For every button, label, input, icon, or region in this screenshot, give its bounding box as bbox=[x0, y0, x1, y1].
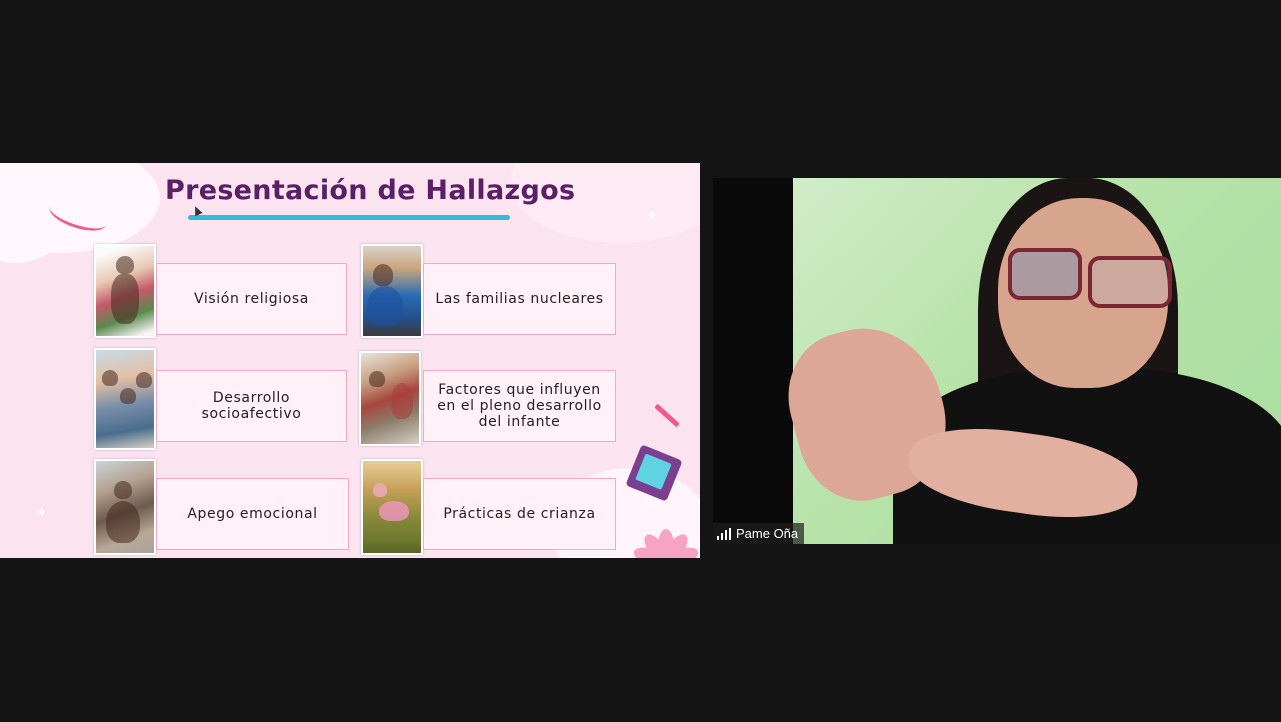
card-photo-nuclear-families bbox=[361, 244, 423, 338]
card-practicas-crianza: Prácticas de crianza bbox=[423, 478, 616, 550]
video-feed bbox=[773, 178, 1281, 544]
star-icon: ✦ bbox=[36, 505, 48, 521]
card-label: Visión religiosa bbox=[194, 291, 309, 307]
card-photo-parenting-practices bbox=[361, 459, 423, 555]
card-label: Desarrollo socioafectivo bbox=[201, 390, 302, 422]
card-label: Prácticas de crianza bbox=[443, 506, 596, 522]
title-underline bbox=[188, 215, 510, 220]
pencil-icon bbox=[654, 403, 680, 428]
participant-name-tag: Pame Oña bbox=[713, 523, 805, 544]
card-photo-emotional-attachment bbox=[94, 459, 156, 555]
card-factores-desarrollo: Factores que influyen en el pleno desarr… bbox=[423, 370, 616, 442]
participant-video[interactable] bbox=[713, 178, 1281, 544]
card-desarrollo-socioafectivo: Desarrollo socioafectivo bbox=[156, 370, 347, 442]
card-label: Las familias nucleares bbox=[435, 291, 604, 307]
card-photo-socioaffective bbox=[94, 348, 156, 450]
participant-figure bbox=[1008, 248, 1082, 300]
card-photo-religious-vision bbox=[94, 244, 156, 338]
card-label: Apego emocional bbox=[187, 506, 318, 522]
card-photo-development-factors bbox=[359, 351, 421, 446]
card-vision-religiosa: Visión religiosa bbox=[156, 263, 347, 335]
participant-figure bbox=[1088, 256, 1172, 308]
shared-screen-slide: ✦ ✦ Presentación de Hallazgos Visión rel… bbox=[0, 163, 700, 558]
card-label: Factores que influyen en el pleno desarr… bbox=[437, 382, 602, 430]
star-icon: ✦ bbox=[646, 208, 658, 224]
slide-title: Presentación de Hallazgos bbox=[165, 175, 576, 206]
participant-name: Pame Oña bbox=[736, 526, 799, 541]
card-apego-emocional: Apego emocional bbox=[156, 478, 349, 550]
flower-icon bbox=[631, 518, 700, 558]
card-familias-nucleares: Las familias nucleares bbox=[423, 263, 616, 335]
signal-bars-icon bbox=[717, 527, 731, 540]
